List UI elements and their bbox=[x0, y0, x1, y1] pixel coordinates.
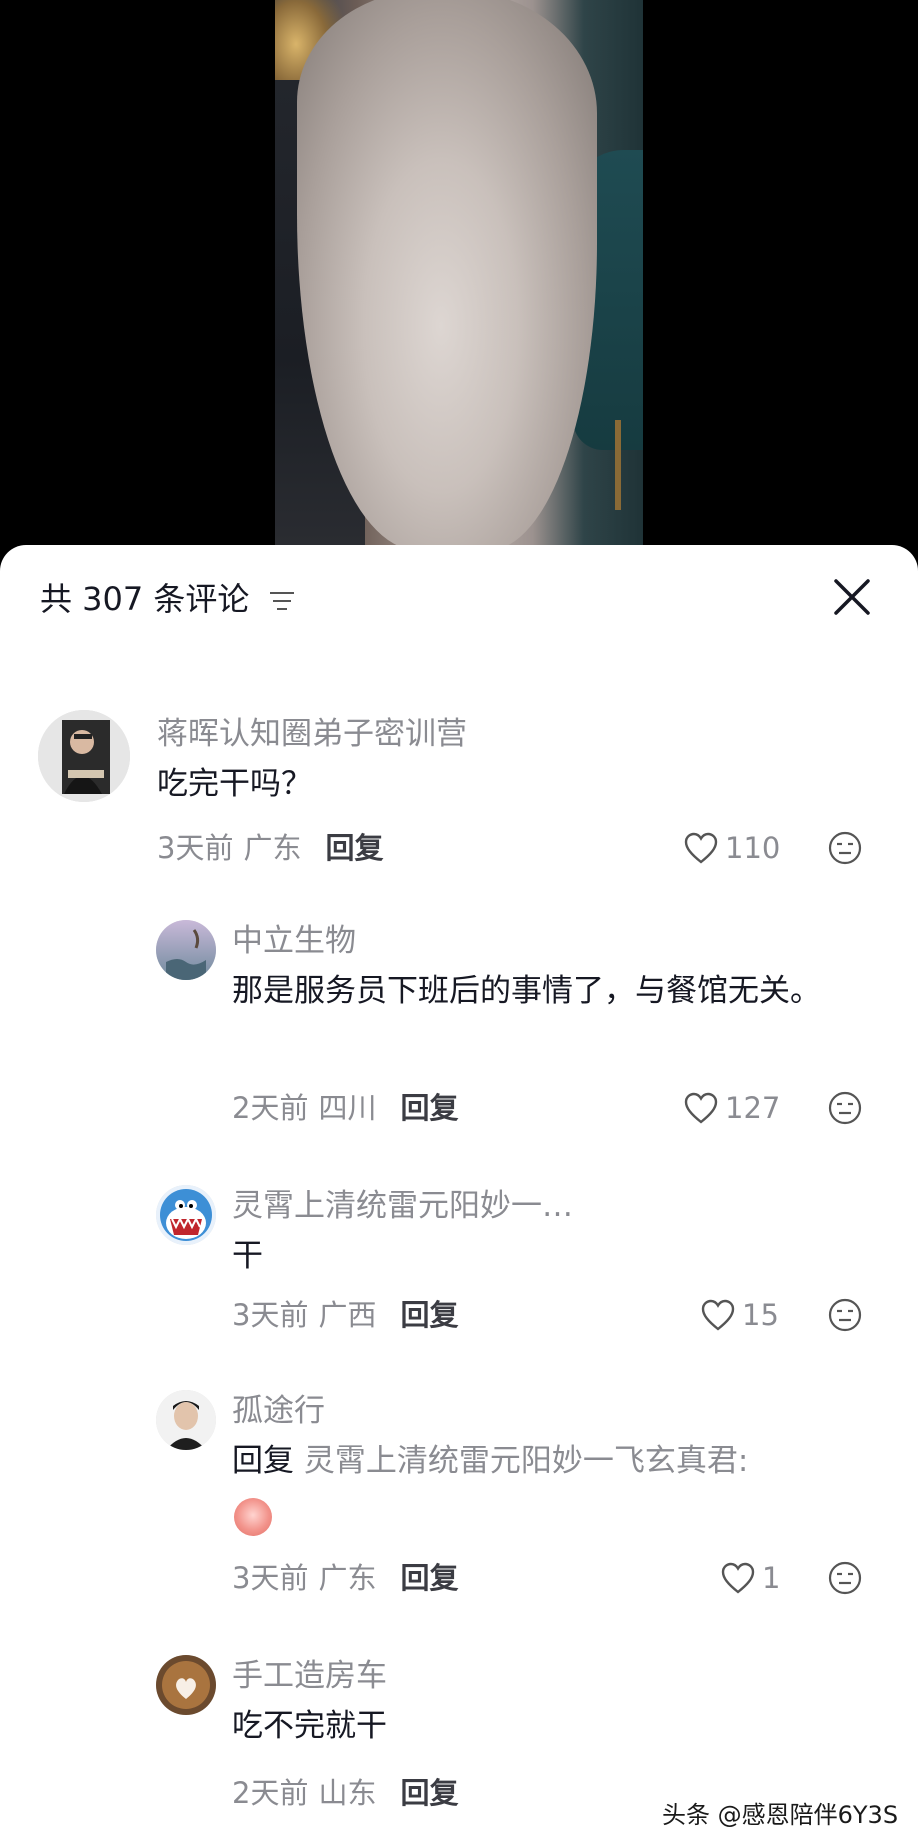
avatar[interactable] bbox=[156, 1185, 216, 1245]
like-count: 110 bbox=[725, 831, 781, 865]
comment-time: 3天前 bbox=[157, 831, 234, 865]
like-count: 15 bbox=[742, 1298, 779, 1332]
comment-username[interactable]: 蒋晖认知圈弟子密训营 bbox=[157, 713, 467, 755]
emoji-sticker bbox=[234, 1498, 272, 1536]
comment-time: 2天前 bbox=[232, 1776, 309, 1810]
video-player[interactable] bbox=[0, 0, 918, 545]
heart-icon bbox=[701, 1299, 735, 1331]
comment-username[interactable]: 中立生物 bbox=[232, 920, 356, 962]
comment-meta: 3天前 广东 回复 bbox=[157, 828, 383, 868]
avatar[interactable] bbox=[156, 1655, 216, 1715]
video-background-chair-leg bbox=[615, 420, 621, 510]
comment-meta: 2天前 山东 回复 bbox=[232, 1773, 458, 1813]
comment-location: 山东 bbox=[318, 1776, 377, 1810]
comment-sheet: 共 307 条评论 蒋晖认知圈弟子密训营 吃完干吗？ 3天前 广东 回复 110… bbox=[0, 545, 918, 1830]
comment-sheet-header: 共 307 条评论 bbox=[0, 545, 918, 655]
heart-icon bbox=[684, 1092, 718, 1124]
avatar-image bbox=[38, 710, 130, 802]
page: 共 307 条评论 蒋晖认知圈弟子密训营 吃完干吗？ 3天前 广东 回复 110… bbox=[0, 0, 918, 1830]
reply-button[interactable]: 回复 bbox=[325, 831, 383, 865]
dislike-face-icon[interactable] bbox=[827, 830, 863, 866]
like-button[interactable]: 1 bbox=[720, 1558, 780, 1598]
comment-text: 回复 灵霄上清统雷元阳妙一飞玄真君: bbox=[232, 1432, 852, 1490]
video-frame[interactable] bbox=[275, 0, 643, 545]
reply-button[interactable]: 回复 bbox=[400, 1561, 458, 1595]
like-button[interactable]: 15 bbox=[700, 1295, 779, 1335]
comment-time: 3天前 bbox=[232, 1298, 309, 1332]
video-subject bbox=[297, 0, 597, 545]
reply-button[interactable]: 回复 bbox=[400, 1298, 458, 1332]
watermark: 头条 @感恩陪伴6Y3S bbox=[662, 1801, 899, 1829]
reply-prefix: 回复 bbox=[232, 1443, 294, 1479]
comment-meta: 3天前 广东 回复 bbox=[232, 1558, 458, 1598]
like-button[interactable]: 110 bbox=[683, 828, 780, 868]
avatar-image bbox=[156, 1390, 216, 1450]
reply-button[interactable]: 回复 bbox=[400, 1776, 458, 1810]
comment-location: 四川 bbox=[318, 1091, 377, 1125]
avatar[interactable] bbox=[156, 920, 216, 980]
comment-username[interactable]: 孤途行 bbox=[232, 1390, 325, 1432]
close-icon[interactable] bbox=[830, 575, 874, 619]
heart-icon bbox=[721, 1562, 755, 1594]
comment-location: 广东 bbox=[318, 1561, 377, 1595]
heart-icon bbox=[684, 832, 718, 864]
comment-text: 吃完干吗？ bbox=[157, 766, 312, 802]
comment-count-label: 共 307 条评论 bbox=[40, 580, 250, 618]
comment-username[interactable]: 灵霄上清统雷元阳妙一… bbox=[232, 1185, 573, 1227]
avatar-image bbox=[156, 1655, 216, 1715]
comment-location: 广东 bbox=[243, 831, 302, 865]
comment-time: 2天前 bbox=[232, 1091, 309, 1125]
like-button[interactable]: 127 bbox=[683, 1088, 780, 1128]
dislike-face-icon[interactable] bbox=[827, 1090, 863, 1126]
avatar[interactable] bbox=[156, 1390, 216, 1450]
avatar-image bbox=[156, 920, 216, 980]
like-count: 1 bbox=[762, 1561, 781, 1595]
comment-username[interactable]: 手工造房车 bbox=[232, 1655, 387, 1697]
comment-meta: 2天前 四川 回复 bbox=[232, 1088, 458, 1128]
reply-button[interactable]: 回复 bbox=[400, 1091, 458, 1125]
sort-icon[interactable] bbox=[268, 589, 296, 613]
reply-target-user[interactable]: 灵霄上清统雷元阳妙一飞玄真君: bbox=[304, 1443, 748, 1479]
comment-meta: 3天前 广西 回复 bbox=[232, 1295, 458, 1335]
comment-text: 干 bbox=[232, 1238, 263, 1274]
avatar-image bbox=[156, 1185, 216, 1245]
avatar[interactable] bbox=[38, 710, 130, 802]
comment-location: 广西 bbox=[318, 1298, 377, 1332]
dislike-face-icon[interactable] bbox=[827, 1560, 863, 1596]
comment-time: 3天前 bbox=[232, 1561, 309, 1595]
comment-text: 那是服务员下班后的事情了，与餐馆无关。 bbox=[232, 973, 821, 1009]
like-count: 127 bbox=[725, 1091, 781, 1125]
comment-text: 吃不完就干 bbox=[232, 1708, 387, 1744]
dislike-face-icon[interactable] bbox=[827, 1297, 863, 1333]
